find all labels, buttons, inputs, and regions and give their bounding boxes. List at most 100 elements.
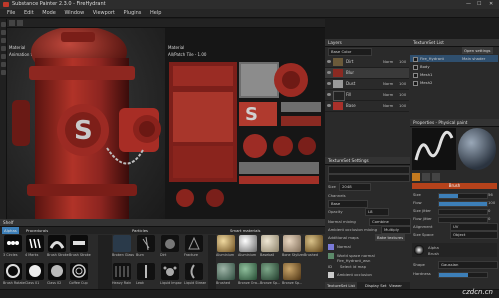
shelf-item[interactable]: 4 Marks: [25, 235, 45, 259]
shelf-item[interactable]: Brushed: [304, 235, 324, 259]
texture-set-row[interactable]: Mesh1: [410, 71, 498, 78]
size-jitter-slider[interactable]: [438, 209, 488, 215]
alpha-icon[interactable]: [422, 173, 430, 181]
shelf-item[interactable]: Liquid Impact: [160, 263, 182, 287]
tab-display-set[interactable]: Display Set: [363, 282, 388, 289]
menu-help[interactable]: Help: [150, 9, 161, 18]
minimize-button[interactable]: —: [466, 1, 471, 7]
brush-section-header[interactable]: Brush: [412, 183, 497, 189]
size-space-select[interactable]: Object: [450, 231, 498, 239]
texture-set-row[interactable]: Mesh2: [410, 79, 498, 86]
map-row[interactable]: Normal: [328, 244, 408, 252]
smudge-tool-icon[interactable]: [1, 54, 6, 59]
alignment-select[interactable]: UV: [450, 223, 498, 231]
shader-field[interactable]: [328, 174, 410, 182]
layer-row[interactable]: Blur: [325, 68, 409, 79]
map-row[interactable]: Ambient occlusion: [328, 272, 408, 280]
settings-size-select[interactable]: 2048: [339, 183, 371, 191]
viewport-2d[interactable]: Material All/Patch Tile - 1.00 S: [165, 28, 325, 219]
shelf-item[interactable]: Bronze Sp...: [260, 263, 280, 287]
open-settings-button[interactable]: Open settings: [462, 47, 493, 54]
tab-texture-set-list[interactable]: TextureSet List: [325, 282, 357, 289]
normal-mixing-select[interactable]: Combine: [369, 218, 411, 226]
layer-row[interactable]: Fill Norm 100: [325, 90, 409, 101]
shelf-item[interactable]: Aluminium: [238, 235, 258, 259]
shelf-item[interactable]: Aluminium: [216, 235, 236, 259]
shelf-item[interactable]: Dirt: [160, 235, 180, 259]
flow-value[interactable]: 100: [488, 200, 495, 205]
eye-icon[interactable]: [327, 71, 331, 74]
shelf-tab-particles[interactable]: Particles: [130, 227, 150, 234]
shape-select[interactable]: Gaussian: [438, 261, 498, 269]
shelf-item[interactable]: Broken Glass: [112, 235, 134, 259]
map-value[interactable]: Fire_Hydrant_wsn: [337, 258, 370, 263]
channel-base-row[interactable]: Base: [328, 200, 368, 208]
shelf-scrollbar[interactable]: [208, 235, 216, 289]
clone-tool-icon[interactable]: [1, 62, 6, 67]
map-row[interactable]: World space normal Fire_Hydrant_wsn: [328, 253, 408, 263]
map-value[interactable]: Select id map: [340, 264, 366, 269]
flow-slider[interactable]: [438, 201, 488, 207]
stencil-icon[interactable]: [432, 173, 440, 181]
layer-opacity[interactable]: 100: [399, 103, 406, 108]
layer-opacity[interactable]: 100: [399, 59, 406, 64]
menu-edit[interactable]: Edit: [24, 9, 34, 18]
shelf-item[interactable]: Fracture: [184, 235, 204, 259]
shelf-item[interactable]: Coffee Cup: [69, 263, 89, 287]
shelf-item[interactable]: Bronze Sp...: [282, 263, 302, 287]
shelf-item[interactable]: Heavy Rain: [112, 263, 132, 287]
layer-blend[interactable]: Norm: [383, 81, 393, 86]
shelf-item[interactable]: Bone Stylized: [282, 235, 304, 259]
menu-file[interactable]: File: [7, 9, 15, 18]
shelf-item[interactable]: Brush Stroke: [47, 235, 69, 259]
menu-mode[interactable]: Mode: [42, 9, 56, 18]
visibility-checkbox[interactable]: [413, 81, 418, 86]
visibility-checkbox[interactable]: [413, 57, 418, 62]
shelf-category-scroll[interactable]: [98, 235, 112, 289]
layer-row[interactable]: Base Norm 100: [325, 101, 409, 112]
texture-set-row[interactable]: Body: [410, 63, 498, 70]
camera-icon[interactable]: [17, 20, 23, 26]
visibility-checkbox[interactable]: [413, 65, 418, 70]
layer-blend[interactable]: Norm: [383, 92, 393, 97]
menu-window[interactable]: Window: [64, 9, 84, 18]
layers-channel-select[interactable]: Base Color: [328, 48, 372, 56]
ao-mixing-select[interactable]: Multiply: [381, 226, 411, 234]
shelf-tab-alphas[interactable]: Alphas: [2, 227, 19, 234]
eye-icon[interactable]: [327, 104, 331, 107]
alpha-value[interactable]: Brush: [428, 251, 439, 256]
view-mode-icon[interactable]: [9, 20, 15, 26]
shelf-tab-smart-materials[interactable]: Smart materials: [228, 227, 263, 234]
shelf-tab-procedurals[interactable]: Procedurals: [24, 227, 50, 234]
layer-opacity[interactable]: 100: [399, 92, 406, 97]
picker-tool-icon[interactable]: [1, 70, 6, 75]
texture-set-row[interactable]: Fire_Hydrant Main shader: [410, 55, 498, 62]
texture-set-shader[interactable]: Main shader: [462, 55, 485, 62]
flow-jitter-value[interactable]: 0: [488, 216, 490, 221]
layer-blend[interactable]: Norm: [383, 103, 393, 108]
paint-tool-icon[interactable]: [1, 22, 6, 27]
shelf-item[interactable]: Burn: [136, 235, 156, 259]
brush-icon[interactable]: [412, 173, 420, 181]
eraser-tool-icon[interactable]: [1, 30, 6, 35]
texture-set-name-field[interactable]: [328, 166, 410, 174]
layer-opacity[interactable]: 100: [399, 81, 406, 86]
visibility-checkbox[interactable]: [413, 73, 418, 78]
shelf-item[interactable]: Class 01: [25, 263, 45, 287]
geometry-mask-tool-icon[interactable]: [1, 46, 6, 51]
shelf-item[interactable]: Leak: [136, 263, 156, 287]
menu-viewport[interactable]: Viewport: [93, 9, 115, 18]
shelf-item[interactable]: Brush Stroke: [69, 235, 91, 259]
tab-viewer-set[interactable]: Viewer Set: [387, 282, 410, 295]
opacity-format-select[interactable]: L8: [365, 208, 389, 216]
shelf-item[interactable]: Baseball: [260, 235, 280, 259]
alpha-preview-icon[interactable]: [414, 245, 424, 255]
shelf-item[interactable]: Liquid Stream: [184, 263, 206, 287]
shelf-item[interactable]: Brushed: [216, 263, 236, 287]
menu-plugins[interactable]: Plugins: [124, 9, 142, 18]
close-button[interactable]: ✕: [489, 1, 493, 7]
layer-blend[interactable]: Norm: [383, 59, 393, 64]
projection-tool-icon[interactable]: [1, 38, 6, 43]
size-jitter-value[interactable]: 0: [488, 208, 490, 213]
hardness-slider[interactable]: [438, 272, 488, 278]
